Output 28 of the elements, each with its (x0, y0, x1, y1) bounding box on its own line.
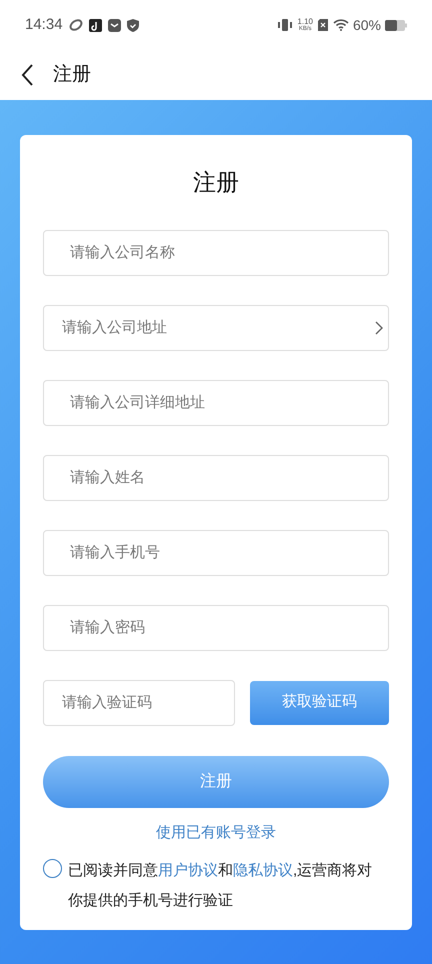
page-title: 注册 (53, 62, 91, 87)
agreement-checkbox[interactable] (43, 859, 62, 878)
agreement-text: 已阅读并同意用户协议和隐私协议,运营商将对你提供的手机号进行验证 (68, 861, 374, 911)
app-icon (68, 18, 83, 32)
register-button[interactable]: 注册 (43, 756, 389, 808)
wifi-icon (332, 19, 349, 31)
agreement-link[interactable]: 用户协议 (158, 862, 218, 879)
get-code-button[interactable]: 获取验证码 (250, 680, 389, 724)
input-field[interactable]: 请输入姓名 (43, 454, 389, 500)
input-field[interactable]: 请输入公司名称 (43, 230, 389, 276)
mail-icon (108, 18, 121, 32)
battery-icon (385, 20, 407, 30)
code-field[interactable]: 请输入验证码 (43, 680, 235, 726)
input-field[interactable]: 请输入密码 (43, 604, 389, 650)
agreement-link[interactable]: 隐私协议 (233, 862, 293, 879)
status-time: 14:34 (25, 14, 63, 35)
form-title: 注册 (193, 168, 239, 197)
input-field[interactable]: 请输入手机号 (43, 530, 389, 576)
address-select[interactable]: 请输入公司地址 (43, 304, 389, 350)
sim-icon (318, 19, 328, 31)
shield-icon (126, 18, 139, 32)
network-speed: 1.10 (297, 18, 313, 26)
battery-percent: 60% (352, 16, 381, 34)
app-icon (88, 18, 102, 32)
login-link[interactable]: 使用已有账号登录 (156, 822, 276, 844)
chevron-right-icon (375, 320, 383, 334)
vibrate-icon (278, 19, 292, 31)
input-field[interactable]: 请输入公司详细地址 (43, 380, 389, 426)
